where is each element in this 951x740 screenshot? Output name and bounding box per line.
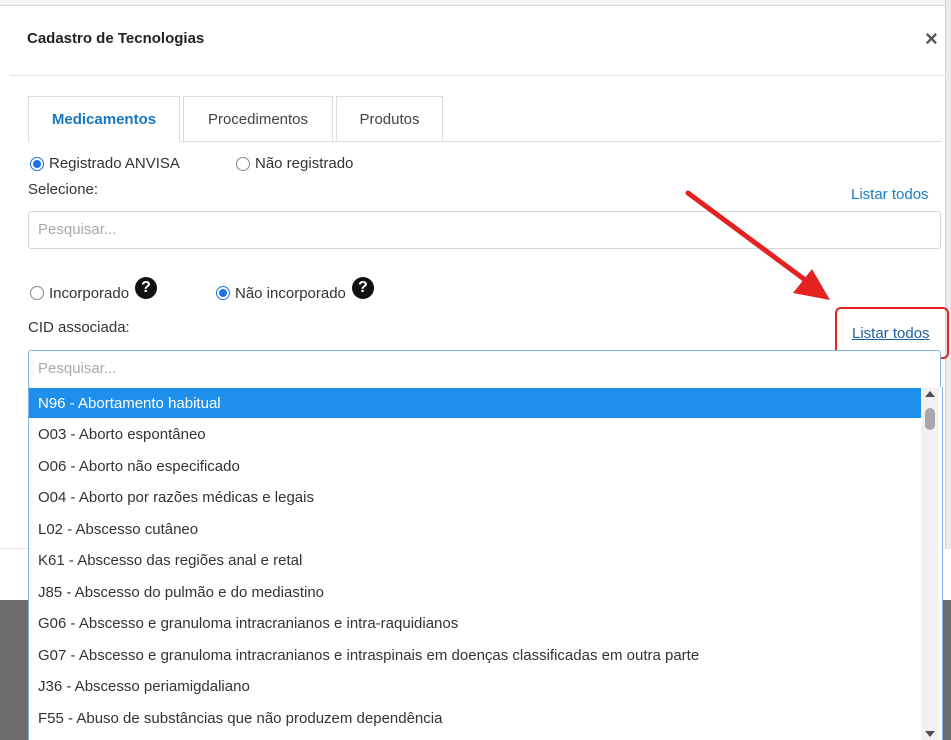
tab-produtos[interactable]: Produtos	[336, 96, 443, 142]
cid-label: CID associada:	[28, 319, 130, 336]
list-item-cid[interactable]: K61 - Abscesso das regiões anal e retal	[29, 545, 922, 575]
list-item-cid[interactable]: O04 - Aborto por razões médicas e legais	[29, 482, 922, 512]
list-all-link-registration[interactable]: Listar todos	[851, 186, 929, 203]
header-divider	[10, 75, 945, 76]
modal-title: Cadastro de Tecnologias	[27, 30, 205, 47]
search-input-cid[interactable]: Pesquisar...	[28, 350, 941, 388]
list-item-cid[interactable]: J36 - Abscesso periamigdaliano	[29, 671, 922, 701]
radio-icon[interactable]	[30, 286, 44, 300]
radio-icon-checked[interactable]	[30, 156, 44, 171]
close-icon[interactable]: ×	[925, 28, 938, 50]
scroll-down-icon[interactable]	[925, 731, 935, 737]
question-circle-icon[interactable]: ?	[351, 277, 374, 299]
select-label: Selecione:	[28, 181, 99, 198]
radio-nao-incorporado[interactable]: Não incorporado ?	[216, 277, 374, 304]
tab-underline	[180, 141, 942, 142]
radio-registrado-anvisa[interactable]: Registrado ANVISA	[30, 155, 180, 172]
radio-icon[interactable]	[236, 156, 250, 171]
dropdown-scrollbar[interactable]	[921, 388, 939, 740]
backdrop-left	[0, 548, 28, 740]
radio-nao-registrado[interactable]: Não registrado	[236, 155, 353, 172]
radio-label: Não incorporado	[235, 284, 346, 302]
cid-dropdown-list: N96 - Abortamento habitual O03 - Aborto …	[28, 387, 943, 740]
red-arrow-annotation	[685, 190, 830, 300]
list-item-cid[interactable]: J85 - Abscesso do pulmão e do mediastino	[29, 577, 922, 607]
list-item-cid[interactable]: L02 - Abscesso cutâneo	[29, 514, 922, 544]
scroll-up-icon[interactable]	[925, 391, 935, 397]
list-item-cid[interactable]: G07 - Abscesso e granuloma intracraniano…	[29, 640, 922, 670]
radio-label: Incorporado	[49, 284, 130, 302]
list-item-cid[interactable]: G06 - Abscesso e granuloma intracraniano…	[29, 608, 922, 638]
list-item-cid[interactable]: O06 - Aborto não especificado	[29, 451, 922, 481]
tab-procedimentos[interactable]: Procedimentos	[183, 96, 333, 142]
list-item-cid[interactable]: F55 - Abuso de substâncias que não produ…	[29, 703, 922, 733]
radio-incorporado[interactable]: Incorporado ?	[30, 277, 158, 304]
radio-icon-checked[interactable]	[216, 286, 230, 300]
list-item-cid[interactable]: N96 - Abortamento habitual	[29, 388, 922, 418]
radio-label: Registrado ANVISA	[49, 155, 180, 172]
tab-medicamentos[interactable]: Medicamentos	[28, 96, 180, 142]
window-top-strip	[0, 0, 951, 6]
list-item-cid[interactable]: O03 - Aborto espontâneo	[29, 419, 922, 449]
radio-label: Não registrado	[255, 155, 354, 172]
scrollbar-thumb[interactable]	[925, 408, 935, 430]
question-circle-icon[interactable]: ?	[135, 277, 158, 299]
